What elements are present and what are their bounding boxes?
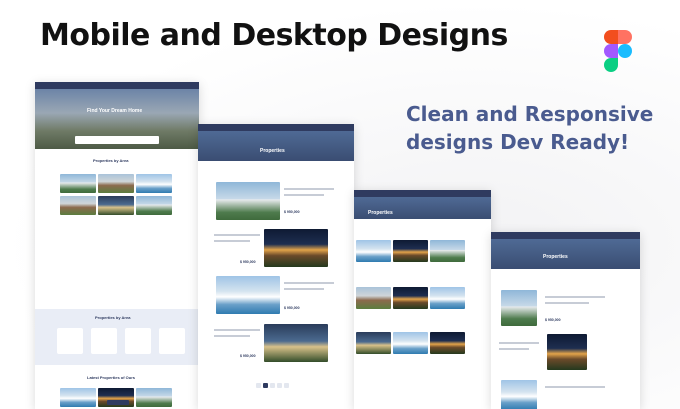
feature-card [57,328,83,354]
pagination-item[interactable] [284,383,289,388]
property-image [430,240,465,262]
property-image [430,332,465,354]
property-image [501,290,537,326]
property-image [356,240,391,262]
property-image [216,276,280,314]
property-image [547,334,587,370]
banner-tagline: Clean and Responsive designs Dev Ready! [406,102,654,154]
page-header [198,131,354,161]
property-image [98,196,134,215]
property-image [264,324,328,362]
property-image [136,388,172,407]
property-image [60,196,96,215]
hero-title: Find Your Dream Home [87,108,143,114]
home-page-mockup: Find Your Dream Home Properties by Area … [35,82,199,409]
view-more-button[interactable] [107,400,129,405]
pagination-item[interactable] [277,383,282,388]
page-title: Properties [543,254,568,260]
feature-card [125,328,151,354]
property-image [60,174,96,193]
hero-search-bar [75,136,159,144]
pagination-item[interactable] [270,383,275,388]
page-title: Properties [368,210,393,216]
mockup-navbar [35,82,199,89]
price-label: $ 950,000 [284,306,300,310]
section-title: Properties by Area [93,158,129,163]
mockup-navbar [491,232,640,239]
page-title: Properties [260,148,285,154]
property-image [216,182,280,220]
property-image [501,380,537,409]
mockup-navbar [198,124,354,131]
property-image [98,174,134,193]
property-image [136,174,172,193]
pagination-item-active[interactable] [263,383,268,388]
pagination-item[interactable] [256,383,261,388]
banner-headline: Mobile and Desktop Designs [40,18,508,53]
property-list-tablet-mockup: Properties $ 950,000 [491,232,640,409]
figma-logo-icon [604,30,640,78]
price-label: $ 950,000 [240,260,256,264]
property-grid-mockup: Properties [354,190,491,409]
property-image [136,196,172,215]
property-image [430,287,465,309]
property-image [393,240,428,262]
price-label: $ 950,000 [240,354,256,358]
property-image [60,388,96,407]
property-list-mockup: Properties $ 950,000 $ 950,000 $ 950,000… [198,124,354,409]
price-label: $ 950,000 [545,318,561,322]
property-image [356,287,391,309]
section-title: Latest Properties of Ours [87,375,136,380]
section-title: Properties by Area [95,315,131,320]
price-label: $ 950,000 [284,210,300,214]
property-image [356,332,391,354]
feature-card [159,328,185,354]
property-image [393,287,428,309]
property-image [393,332,428,354]
feature-card [91,328,117,354]
mockup-navbar [354,190,491,197]
property-image [264,229,328,267]
